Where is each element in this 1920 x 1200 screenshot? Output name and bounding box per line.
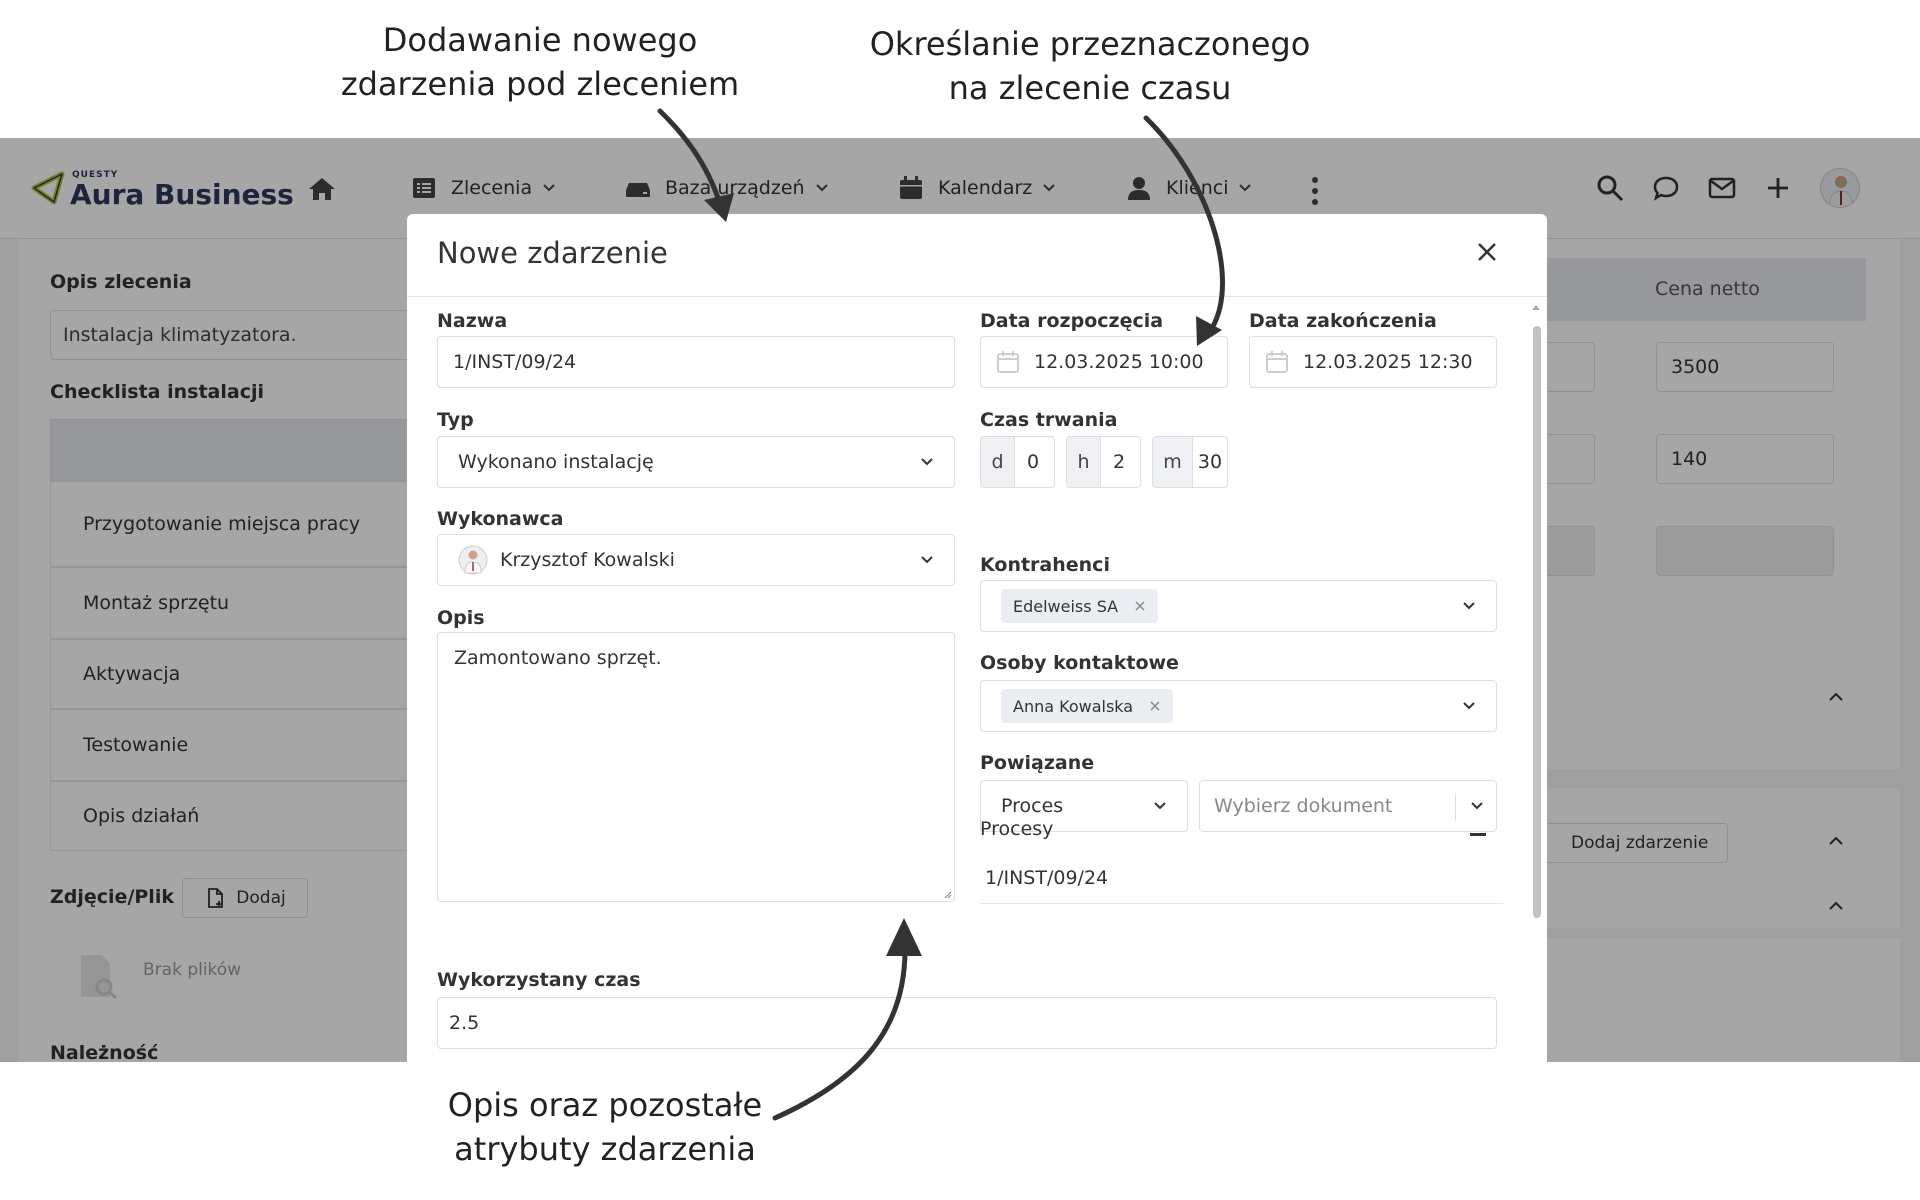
annotation-top-right: Określanie przeznaczonego na zlecenie cz… xyxy=(855,22,1325,110)
chip-label: Edelweiss SA xyxy=(1013,596,1119,616)
annotation-line: Opis oraz pozostałe xyxy=(447,1086,763,1124)
new-event-modal: Nowe zdarzenie Nazwa 1/INST/09/24 Typ Wy… xyxy=(407,214,1547,1062)
end-date-value: 12.03.2025 12:30 xyxy=(1303,351,1473,373)
chevron-down-icon xyxy=(1154,802,1166,810)
duration-hours[interactable]: h 2 xyxy=(1066,436,1141,488)
process-item[interactable]: 1/INST/09/24 xyxy=(985,867,1108,889)
collapse-minus-icon[interactable] xyxy=(1470,833,1486,836)
duration-days[interactable]: d 0 xyxy=(980,436,1055,488)
duration-value: 30 xyxy=(1197,451,1223,473)
processes-label: Procesy xyxy=(980,818,1054,840)
related-document-placeholder: Wybierz dokument xyxy=(1214,795,1393,817)
annotation-top-left: Dodawanie nowego zdarzenia pod zleceniem xyxy=(330,18,750,106)
description-textarea[interactable]: Zamontowano sprzęt. xyxy=(437,632,955,902)
annotation-line: Określanie przeznaczonego xyxy=(869,25,1311,63)
annotation-line: zdarzenia pod zleceniem xyxy=(340,65,740,103)
related-document-select[interactable]: Wybierz dokument xyxy=(1199,780,1497,832)
related-type-value: Proces xyxy=(1001,795,1064,817)
chevron-down-icon xyxy=(1463,702,1475,710)
chevron-down-icon xyxy=(921,458,933,466)
contractor-chip[interactable]: Edelweiss SA xyxy=(1001,589,1159,623)
annotation-line: Dodawanie nowego xyxy=(382,21,698,59)
name-input[interactable]: 1/INST/09/24 xyxy=(437,336,955,388)
duration-unit: m xyxy=(1153,437,1193,487)
type-label: Typ xyxy=(437,409,474,431)
annotation-bottom: Opis oraz pozostałe atrybuty zdarzenia xyxy=(430,1083,780,1171)
related-label: Powiązane xyxy=(980,752,1095,774)
contact-chip[interactable]: Anna Kowalska xyxy=(1001,689,1174,723)
type-value: Wykonano instalację xyxy=(458,451,654,473)
duration-value: 0 xyxy=(1026,451,1040,473)
assignee-avatar xyxy=(458,545,488,575)
chevron-down-icon xyxy=(921,556,933,564)
description-value: Zamontowano sprzęt. xyxy=(454,647,662,669)
end-date-input[interactable]: 12.03.2025 12:30 xyxy=(1249,336,1497,388)
used-time-label: Wykorzystany czas xyxy=(437,969,641,991)
start-date-input[interactable]: 12.03.2025 10:00 xyxy=(980,336,1228,388)
annotation-line: atrybuty zdarzenia xyxy=(454,1130,756,1168)
contacts-label: Osoby kontaktowe xyxy=(980,652,1179,674)
duration-label: Czas trwania xyxy=(980,409,1118,431)
chevron-down-icon xyxy=(1471,802,1483,810)
annotation-line: na zlecenie czasu xyxy=(948,69,1232,107)
scroll-up-icon[interactable] xyxy=(1531,303,1541,311)
calendar-icon xyxy=(997,351,1019,373)
app-screenshot: QUESTY Aura Business Zlecenia Baza urząd… xyxy=(0,138,1920,1062)
stage: Dodawanie nowego zdarzenia pod zleceniem… xyxy=(0,0,1920,1200)
modal-title: Nowe zdarzenie xyxy=(437,236,668,270)
assignee-select[interactable]: Krzysztof Kowalski xyxy=(437,534,955,586)
start-date-label: Data rozpoczęcia xyxy=(980,310,1164,332)
contractors-label: Kontrahenci xyxy=(980,554,1110,576)
name-label: Nazwa xyxy=(437,310,508,332)
contacts-select[interactable]: Anna Kowalska xyxy=(980,680,1497,732)
modal-divider xyxy=(407,296,1547,297)
type-select[interactable]: Wykonano instalację xyxy=(437,436,955,488)
end-date-label: Data zakończenia xyxy=(1249,310,1437,332)
description-label: Opis xyxy=(437,607,485,629)
resize-handle-icon[interactable] xyxy=(942,889,952,899)
duration-unit: d xyxy=(981,437,1015,487)
duration-value: 2 xyxy=(1112,451,1126,473)
duration-minutes[interactable]: m 30 xyxy=(1152,436,1228,488)
remove-chip-icon[interactable] xyxy=(1134,600,1146,612)
assignee-value: Krzysztof Kowalski xyxy=(500,549,675,571)
remove-chip-icon[interactable] xyxy=(1149,700,1161,712)
chip-label: Anna Kowalska xyxy=(1013,696,1134,716)
scrollbar-thumb[interactable] xyxy=(1533,326,1541,918)
chevron-down-icon xyxy=(1463,602,1475,610)
duration-unit: h xyxy=(1067,437,1101,487)
processes-divider xyxy=(980,903,1503,904)
contractors-select[interactable]: Edelweiss SA xyxy=(980,580,1497,632)
close-icon[interactable] xyxy=(1475,240,1499,264)
select-divider xyxy=(1455,793,1456,821)
calendar-icon xyxy=(1266,351,1288,373)
assignee-label: Wykonawca xyxy=(437,508,564,530)
used-time-input[interactable]: 2.5 xyxy=(437,997,1497,1049)
start-date-value: 12.03.2025 10:00 xyxy=(1034,351,1204,373)
